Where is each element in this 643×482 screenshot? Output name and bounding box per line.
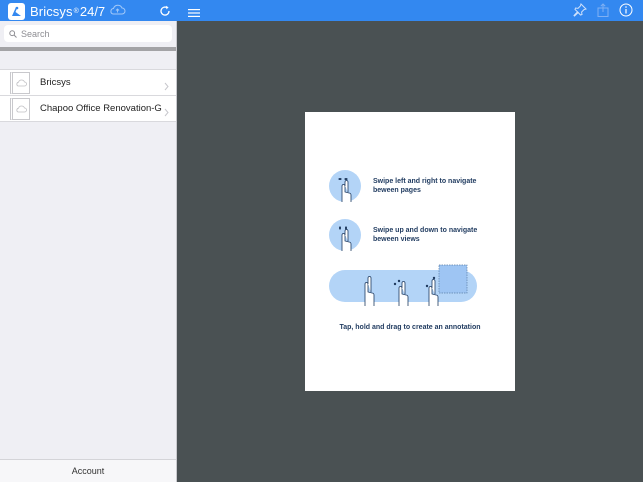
refresh-icon[interactable] (159, 4, 171, 22)
search-box[interactable] (4, 25, 172, 42)
search-bar (0, 21, 176, 47)
hamburger-menu-icon[interactable] (188, 5, 200, 23)
document-page[interactable]: Swipe left and right to navigate beween … (305, 112, 515, 391)
chevron-right-icon (164, 78, 169, 96)
toolbar-right (573, 3, 633, 22)
list-item-label: Bricsys (40, 77, 71, 88)
search-input[interactable] (21, 28, 161, 39)
gesture-text: Swipe left and right to navigate beween … (373, 178, 477, 194)
chevron-right-icon (164, 104, 169, 122)
registered-mark: ® (73, 7, 79, 15)
bricsys-logo-icon (8, 2, 25, 20)
gesture-swipe-vertical: Swipe up and down to navigate beween vie… (329, 219, 483, 251)
two-finger-swipe-vertical-icon (329, 219, 361, 251)
gesture-swipe-horizontal: Swipe left and right to navigate beween … (329, 170, 483, 202)
share-icon[interactable] (597, 3, 609, 22)
account-button[interactable]: Account (0, 459, 176, 482)
app-title: Bricsys (30, 3, 73, 19)
app-brand: Bricsys ® 24/7 (8, 2, 126, 20)
search-icon (9, 25, 17, 43)
app-title-suffix: 24/7 (79, 3, 106, 19)
annotation-instruction: Tap, hold and drag to create an annotati… (339, 324, 481, 331)
pin-icon[interactable] (573, 3, 587, 22)
project-list: Bricsys Chapoo Office Renovation-G (0, 69, 176, 122)
top-bar: Bricsys ® 24/7 (0, 0, 643, 21)
cloud-upload-icon[interactable] (109, 2, 126, 20)
sidebar: Bricsys Chapoo Office Renovation-G Accou… (0, 21, 177, 482)
annotation-gesture-illustration (329, 264, 477, 306)
list-item-label: Chapoo Office Renovation-G (40, 103, 162, 114)
gesture-text: Swipe up and down to navigate beween vie… (373, 227, 478, 243)
folder-cloud-icon (10, 71, 30, 94)
two-finger-swipe-horizontal-icon (329, 170, 361, 202)
list-item-bricsys[interactable]: Bricsys (0, 70, 176, 96)
list-item-chapoo[interactable]: Chapoo Office Renovation-G (0, 96, 176, 122)
folder-cloud-icon (10, 97, 30, 120)
info-icon[interactable] (619, 3, 633, 22)
